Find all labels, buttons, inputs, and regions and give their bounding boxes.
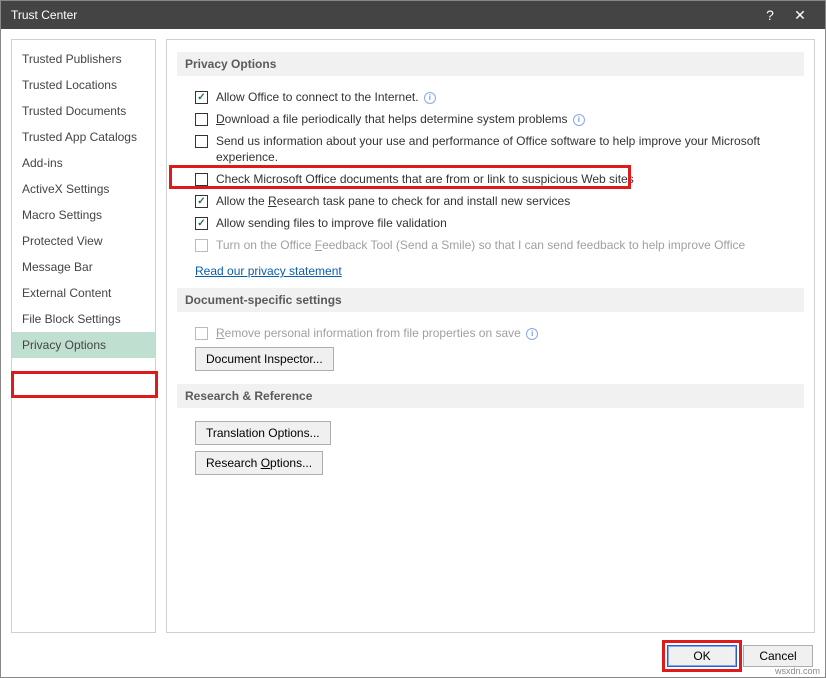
info-icon[interactable] — [526, 328, 538, 340]
help-button[interactable]: ? — [755, 7, 785, 23]
checkbox-allow-sending-files[interactable] — [195, 217, 208, 230]
sidebar-item-message-bar[interactable]: Message Bar — [12, 254, 155, 280]
info-icon[interactable] — [573, 114, 585, 126]
trust-center-dialog: Trust Center ? ✕ Trusted Publishers Trus… — [0, 0, 826, 678]
option-check-suspicious[interactable]: Check Microsoft Office documents that ar… — [177, 168, 804, 190]
window-title: Trust Center — [11, 8, 755, 22]
checkbox-send-info[interactable] — [195, 135, 208, 148]
checkbox-check-suspicious[interactable] — [195, 173, 208, 186]
sidebar-item-protected-view[interactable]: Protected View — [12, 228, 155, 254]
label-feedback-tool: Turn on the Office Feedback Tool (Send a… — [216, 237, 786, 253]
cancel-button[interactable]: Cancel — [743, 645, 813, 667]
sidebar-item-macro-settings[interactable]: Macro Settings — [12, 202, 155, 228]
sidebar-item-trusted-documents[interactable]: Trusted Documents — [12, 98, 155, 124]
sidebar-item-privacy-options[interactable]: Privacy Options — [12, 332, 155, 358]
sidebar-item-trusted-app-catalogs[interactable]: Trusted App Catalogs — [12, 124, 155, 150]
info-icon[interactable] — [424, 92, 436, 104]
option-allow-sending-files[interactable]: Allow sending files to improve file vali… — [177, 212, 804, 234]
label-connect-internet: Allow Office to connect to the Internet. — [216, 89, 786, 105]
document-specific-header: Document-specific settings — [177, 288, 804, 312]
option-connect-internet[interactable]: Allow Office to connect to the Internet. — [177, 86, 804, 108]
checkbox-download-file[interactable] — [195, 113, 208, 126]
sidebar-item-file-block-settings[interactable]: File Block Settings — [12, 306, 155, 332]
research-options-button[interactable]: Research Options... — [195, 451, 323, 475]
sidebar-item-activex-settings[interactable]: ActiveX Settings — [12, 176, 155, 202]
checkbox-connect-internet[interactable] — [195, 91, 208, 104]
watermark-text: wsxdn.com — [775, 666, 820, 676]
sidebar: Trusted Publishers Trusted Locations Tru… — [11, 39, 156, 633]
label-download-file: Download a file periodically that helps … — [216, 111, 786, 127]
label-check-suspicious: Check Microsoft Office documents that ar… — [216, 171, 786, 187]
option-feedback-tool: Turn on the Office Feedback Tool (Send a… — [177, 234, 804, 256]
titlebar: Trust Center ? ✕ — [1, 1, 825, 29]
checkbox-feedback-tool — [195, 239, 208, 252]
option-research-pane[interactable]: Allow the Research task pane to check fo… — [177, 190, 804, 212]
option-download-file[interactable]: Download a file periodically that helps … — [177, 108, 804, 130]
option-remove-personal-info: Remove personal information from file pr… — [177, 322, 804, 344]
label-allow-sending-files: Allow sending files to improve file vali… — [216, 215, 786, 231]
checkbox-remove-personal-info — [195, 327, 208, 340]
sidebar-item-add-ins[interactable]: Add-ins — [12, 150, 155, 176]
dialog-footer: OK Cancel — [1, 639, 825, 677]
label-remove-personal-info: Remove personal information from file pr… — [216, 325, 786, 341]
document-inspector-button[interactable]: Document Inspector... — [195, 347, 334, 371]
privacy-statement-link[interactable]: Read our privacy statement — [177, 256, 360, 288]
ok-button[interactable]: OK — [667, 645, 737, 667]
label-send-info: Send us information about your use and p… — [216, 133, 786, 165]
highlight-sidebar — [11, 371, 158, 398]
option-send-info[interactable]: Send us information about your use and p… — [177, 130, 804, 168]
close-button[interactable]: ✕ — [785, 7, 815, 24]
translation-options-button[interactable]: Translation Options... — [195, 421, 331, 445]
sidebar-item-trusted-publishers[interactable]: Trusted Publishers — [12, 46, 155, 72]
checkbox-research-pane[interactable] — [195, 195, 208, 208]
privacy-options-header: Privacy Options — [177, 52, 804, 76]
content-panel: Privacy Options Allow Office to connect … — [166, 39, 815, 633]
sidebar-item-external-content[interactable]: External Content — [12, 280, 155, 306]
sidebar-item-trusted-locations[interactable]: Trusted Locations — [12, 72, 155, 98]
label-research-pane: Allow the Research task pane to check fo… — [216, 193, 786, 209]
research-reference-header: Research & Reference — [177, 384, 804, 408]
